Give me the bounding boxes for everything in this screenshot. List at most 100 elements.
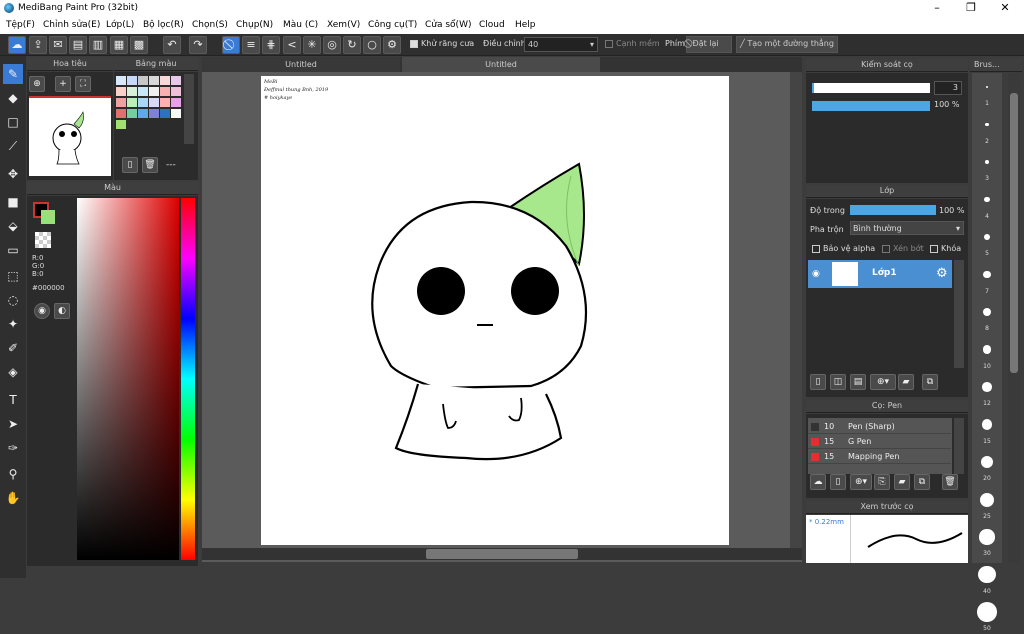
palette-swatch[interactable]	[127, 87, 137, 96]
menu-capture[interactable]: Chụp(N)	[236, 20, 273, 30]
tab-untitled-1[interactable]: Untitled	[202, 57, 400, 72]
select-rect-icon[interactable]: ⬚	[3, 266, 23, 286]
eraser-tool-icon[interactable]: ◆	[3, 88, 23, 108]
fit-icon[interactable]: ⛶	[75, 76, 91, 92]
color-saturation-field[interactable]	[77, 198, 179, 560]
palette-swatch[interactable]	[171, 87, 181, 96]
brush-size-option[interactable]: 4	[972, 186, 1002, 222]
palette-swatch[interactable]	[138, 109, 148, 118]
menu-window[interactable]: Cửa sổ(W)	[425, 20, 471, 30]
snap-parallel-icon[interactable]: ≡	[242, 36, 260, 54]
tab-untitled-2[interactable]: Untitled	[402, 57, 600, 72]
palette-scrollbar[interactable]	[184, 74, 194, 144]
brush-size-option[interactable]: 15	[972, 411, 1002, 447]
cloud-brush-icon[interactable]: ☁	[810, 474, 826, 490]
cloud-icon[interactable]: ☁	[8, 36, 26, 54]
palette-swatch[interactable]	[127, 98, 137, 107]
zoom-in-icon[interactable]: +	[55, 76, 71, 92]
menu-help[interactable]: Help	[515, 20, 536, 30]
brush-size-option[interactable]: 40	[972, 561, 1002, 597]
vertical-scrollbar[interactable]	[790, 72, 802, 548]
drawing-canvas[interactable]: MeBi Đeffmul thung Bnh, 2019 # hoiykaye	[261, 76, 729, 545]
brush-size-option[interactable]: 5	[972, 223, 1002, 259]
close-icon[interactable]: ✕	[994, 1, 1016, 15]
new-halftone-layer-icon[interactable]: ◫	[830, 374, 846, 390]
fill-shape-icon[interactable]: ■	[3, 192, 23, 212]
brush-size-scrollbar[interactable]	[1008, 73, 1020, 563]
palette-swatch[interactable]	[127, 109, 137, 118]
delete-palette-icon[interactable]: 🗑	[142, 157, 158, 173]
menu-file[interactable]: Tệp(F)	[6, 20, 35, 30]
add-brush-menu-icon[interactable]: ⊕▾	[850, 474, 872, 490]
hand-tool-icon[interactable]: ✋	[3, 488, 23, 508]
zoom-icon[interactable]: ⊕	[29, 76, 45, 92]
brush-size-scroll-thumb[interactable]	[1010, 93, 1018, 373]
reset-button[interactable]: ⃠ Đặt lại	[686, 36, 732, 53]
brush-size-option[interactable]: 3	[972, 148, 1002, 184]
palette-swatch[interactable]	[116, 87, 126, 96]
protect-alpha-checkbox[interactable]: Bảo vệ alpha	[812, 244, 875, 253]
brush-size-option[interactable]: 30	[972, 523, 1002, 559]
brush-folder-icon[interactable]: ▰	[894, 474, 910, 490]
redo-icon[interactable]: ↷	[189, 36, 207, 54]
palette-swatch[interactable]	[116, 98, 126, 107]
brush-size-option[interactable]: 7	[972, 261, 1002, 297]
magic-wand-icon[interactable]: ✦	[3, 314, 23, 334]
snap-vanish-icon[interactable]: <	[283, 36, 301, 54]
gradient-tool-icon[interactable]: ▭	[3, 240, 23, 260]
visibility-icon[interactable]: ◉	[812, 269, 820, 279]
minimize-icon[interactable]: –	[926, 1, 948, 15]
palette-picker-icon[interactable]: ◉	[34, 303, 50, 319]
brush-list-item[interactable]: 15 G Pen	[808, 435, 951, 449]
snap-curve-icon[interactable]: ↻	[343, 36, 361, 54]
menu-filter[interactable]: Bộ lọc(R)	[143, 20, 184, 30]
new-8bit-layer-icon[interactable]: ▤	[850, 374, 866, 390]
menu-tools[interactable]: Công cụ(T)	[368, 20, 417, 30]
menu-cloud[interactable]: Cloud	[479, 20, 505, 30]
palette-swatch[interactable]	[160, 109, 170, 118]
brush-size-option[interactable]: 25	[972, 486, 1002, 522]
menu-view[interactable]: Xem(V)	[327, 20, 360, 30]
hue-slider[interactable]	[181, 198, 195, 560]
palette-swatch[interactable]	[149, 87, 159, 96]
chat-icon[interactable]: ▤	[69, 36, 87, 54]
layer-settings-icon[interactable]: ⚙	[936, 266, 948, 281]
palette-swatch[interactable]	[138, 98, 148, 107]
select-pen-icon[interactable]: ✐	[3, 338, 23, 358]
share-icon[interactable]: ⇪	[29, 36, 47, 54]
brush-list-item[interactable]: 15 Mapping Pen	[808, 450, 951, 464]
line-tool-icon[interactable]: ⟋	[3, 136, 23, 156]
brush-size-option[interactable]: 1	[972, 73, 1002, 109]
transparent-swatch[interactable]	[35, 232, 51, 248]
adjust-select[interactable]: 40 ▾	[524, 37, 598, 52]
palette-swatch[interactable]	[149, 98, 159, 107]
menu-color[interactable]: Màu (C)	[283, 20, 318, 30]
add-layer-menu-icon[interactable]: ⊕▾	[870, 374, 896, 390]
operation-tool-icon[interactable]: ➤	[3, 414, 23, 434]
straight-line-button[interactable]: ╱ Tạo một đường thẳng	[736, 36, 838, 53]
palette-swatch[interactable]	[149, 76, 159, 85]
move-tool-icon[interactable]: ✥	[3, 164, 23, 184]
palette-swatch[interactable]	[171, 76, 181, 85]
palette-swatch[interactable]	[116, 76, 126, 85]
lock-checkbox[interactable]: Khóa	[930, 244, 961, 253]
blend-select[interactable]: Bình thường ▾	[850, 221, 964, 235]
snap-settings-icon[interactable]: ⚙	[383, 36, 401, 54]
brush-opacity-slider[interactable]	[812, 101, 930, 111]
document-icon[interactable]: ▥	[89, 36, 107, 54]
snap-ellipse-icon[interactable]: ○	[363, 36, 381, 54]
palette-swatch[interactable]	[149, 109, 159, 118]
horizontal-scrollbar[interactable]	[202, 548, 802, 560]
comment-icon[interactable]: ✉	[49, 36, 67, 54]
antialias-checkbox[interactable]: Khử răng cưa	[410, 39, 474, 48]
menu-edit[interactable]: Chỉnh sửa(E)	[43, 20, 100, 30]
rectangle-tool-icon[interactable]: □	[3, 112, 23, 132]
layer-row[interactable]: ◉ Lớp1 ⚙	[808, 260, 952, 288]
new-brush-icon[interactable]: ▯	[830, 474, 846, 490]
new-palette-icon[interactable]: ▯	[122, 157, 138, 173]
brush-list-item[interactable]: 10 Pen (Sharp)	[808, 420, 951, 434]
brush-list-scrollbar[interactable]	[954, 418, 964, 474]
smooth-edge-checkbox[interactable]: Cạnh mềm	[605, 39, 660, 48]
page-icon[interactable]: ▦	[110, 36, 128, 54]
palette-swatch[interactable]	[160, 76, 170, 85]
